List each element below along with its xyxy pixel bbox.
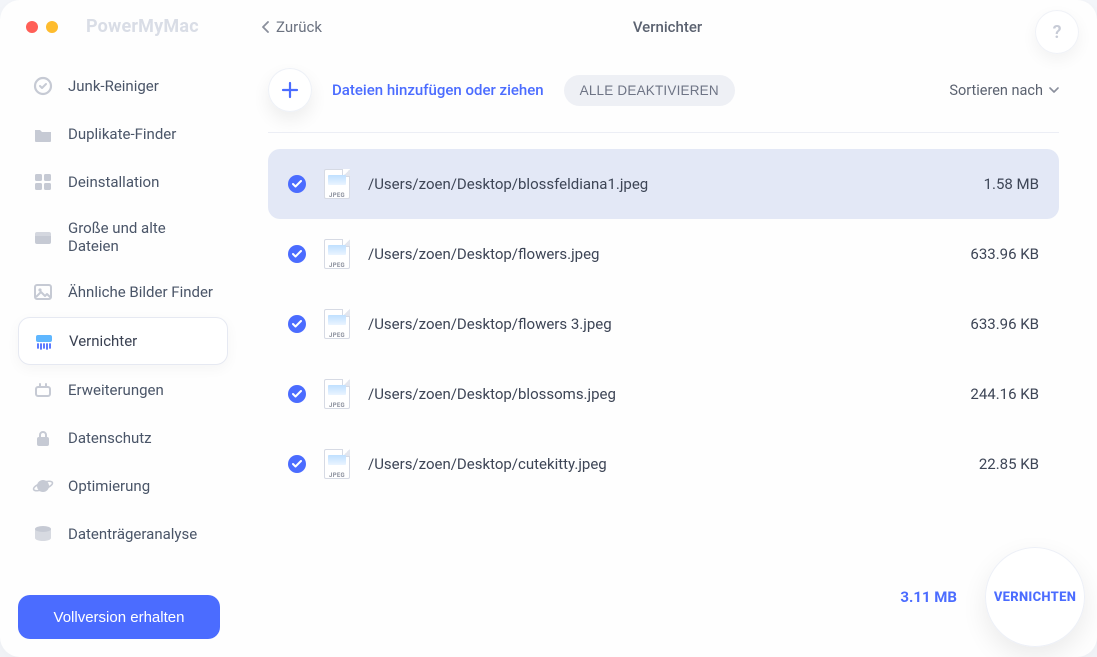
sidebar-item-label: Datenschutz bbox=[68, 429, 152, 447]
box-icon bbox=[32, 226, 54, 248]
minimize-icon[interactable] bbox=[46, 21, 58, 33]
check-icon bbox=[292, 390, 302, 398]
total-size: 3.11 MB bbox=[900, 588, 957, 606]
sidebar-item-plugin[interactable]: Erweiterungen bbox=[18, 367, 228, 413]
header: Zurück Vernichter ? bbox=[238, 0, 1097, 54]
plugin-icon bbox=[32, 379, 54, 401]
app-name: PowerMyMac bbox=[86, 16, 199, 37]
sidebar-item-label: Duplikate-Finder bbox=[68, 125, 176, 143]
sidebar-item-disk[interactable]: Datenträgeranalyse bbox=[18, 511, 228, 557]
back-button[interactable]: Zurück bbox=[262, 18, 322, 36]
image-icon bbox=[32, 281, 54, 303]
window-controls bbox=[26, 21, 58, 33]
sidebar-item-box[interactable]: Große und alte Dateien bbox=[18, 207, 228, 267]
check-icon bbox=[292, 250, 302, 258]
row-checkbox[interactable] bbox=[288, 385, 306, 403]
sidebar: PowerMyMac Junk-Reiniger Duplikate-Finder… bbox=[0, 0, 238, 657]
shred-button-label: VERNICHTEN bbox=[994, 590, 1076, 605]
sidebar-item-image[interactable]: Ähnliche Bilder Finder bbox=[18, 269, 228, 315]
file-size: 244.16 KB bbox=[949, 385, 1039, 403]
chevron-down-icon bbox=[1049, 87, 1059, 94]
page-title: Vernichter bbox=[633, 18, 702, 36]
main-panel: Zurück Vernichter ? Dateien hinzufügen o… bbox=[238, 0, 1097, 657]
sidebar-item-label: Deinstallation bbox=[68, 173, 159, 191]
sidebar-item-planet[interactable]: Optimierung bbox=[18, 463, 228, 509]
toolbar: Dateien hinzufügen oder ziehen ALLE DEAK… bbox=[238, 54, 1097, 126]
file-path: /Users/zoen/Desktop/flowers 3.jpeg bbox=[368, 315, 931, 333]
sidebar-item-shredder[interactable]: Vernichter bbox=[18, 317, 228, 365]
junk-icon bbox=[32, 75, 54, 97]
row-checkbox[interactable] bbox=[288, 175, 306, 193]
help-button[interactable]: ? bbox=[1035, 10, 1079, 54]
help-icon: ? bbox=[1053, 22, 1062, 43]
app-window: PowerMyMac Junk-Reiniger Duplikate-Finder… bbox=[0, 0, 1097, 657]
file-row[interactable]: JPEG/Users/zoen/Desktop/flowers 3.jpeg 63… bbox=[268, 289, 1059, 359]
file-type-icon: JPEG bbox=[324, 309, 350, 339]
folder-icon bbox=[32, 123, 54, 145]
check-icon bbox=[292, 460, 302, 468]
sidebar-nav: Junk-Reiniger Duplikate-Finder Deinstallat… bbox=[0, 63, 238, 557]
chevron-left-icon bbox=[262, 21, 270, 33]
sidebar-item-label: Datenträgeranalyse bbox=[68, 525, 197, 543]
file-size: 633.96 KB bbox=[949, 245, 1039, 263]
sidebar-item-junk[interactable]: Junk-Reiniger bbox=[18, 63, 228, 109]
apps-icon bbox=[32, 171, 54, 193]
file-type-icon: JPEG bbox=[324, 169, 350, 199]
sidebar-item-label: Optimierung bbox=[68, 477, 150, 495]
file-type-icon: JPEG bbox=[324, 449, 350, 479]
sidebar-item-label: Erweiterungen bbox=[68, 381, 164, 399]
plus-icon bbox=[280, 80, 300, 100]
file-row[interactable]: JPEG/Users/zoen/Desktop/blossoms.jpeg 244… bbox=[268, 359, 1059, 429]
sidebar-item-lock[interactable]: Datenschutz bbox=[18, 415, 228, 461]
file-path: /Users/zoen/Desktop/flowers.jpeg bbox=[368, 245, 931, 263]
file-row[interactable]: JPEG/Users/zoen/Desktop/flowers.jpeg 633.… bbox=[268, 219, 1059, 289]
sidebar-item-label: Ähnliche Bilder Finder bbox=[68, 283, 213, 301]
shred-button[interactable]: VERNICHTEN bbox=[985, 547, 1085, 647]
add-files-button[interactable] bbox=[268, 68, 312, 112]
file-type-icon: JPEG bbox=[324, 379, 350, 409]
check-icon bbox=[292, 320, 302, 328]
file-path: /Users/zoen/Desktop/cutekitty.jpeg bbox=[368, 455, 931, 473]
footer: 3.11 MB VERNICHTEN bbox=[900, 547, 1085, 647]
row-checkbox[interactable] bbox=[288, 315, 306, 333]
sort-label: Sortieren nach bbox=[949, 82, 1043, 99]
file-size: 1.58 MB bbox=[949, 175, 1039, 193]
file-type-icon: JPEG bbox=[324, 239, 350, 269]
add-files-hint: Dateien hinzufügen oder ziehen bbox=[332, 81, 544, 99]
shredder-icon bbox=[33, 330, 55, 352]
sidebar-item-apps[interactable]: Deinstallation bbox=[18, 159, 228, 205]
sidebar-item-folder[interactable]: Duplikate-Finder bbox=[18, 111, 228, 157]
sidebar-item-label: Große und alte Dateien bbox=[68, 219, 214, 255]
planet-icon bbox=[32, 475, 54, 497]
check-icon bbox=[292, 180, 302, 188]
disk-icon bbox=[32, 523, 54, 545]
full-version-button[interactable]: Vollversion erhalten bbox=[18, 595, 220, 639]
deactivate-all-button[interactable]: ALLE DEAKTIVIEREN bbox=[564, 75, 735, 106]
file-row[interactable]: JPEG/Users/zoen/Desktop/blossfeldiana1.j… bbox=[268, 149, 1059, 219]
file-row[interactable]: JPEG/Users/zoen/Desktop/cutekitty.jpeg 22… bbox=[268, 429, 1059, 499]
title-bar: PowerMyMac bbox=[0, 10, 238, 55]
lock-icon bbox=[32, 427, 54, 449]
file-path: /Users/zoen/Desktop/blossfeldiana1.jpeg bbox=[368, 175, 931, 193]
back-label: Zurück bbox=[276, 18, 322, 36]
row-checkbox[interactable] bbox=[288, 245, 306, 263]
row-checkbox[interactable] bbox=[288, 455, 306, 473]
file-size: 22.85 KB bbox=[949, 455, 1039, 473]
sidebar-item-label: Junk-Reiniger bbox=[68, 77, 159, 95]
close-icon[interactable] bbox=[26, 21, 38, 33]
file-path: /Users/zoen/Desktop/blossoms.jpeg bbox=[368, 385, 931, 403]
sidebar-item-label: Vernichter bbox=[69, 332, 137, 350]
file-size: 633.96 KB bbox=[949, 315, 1039, 333]
sort-dropdown[interactable]: Sortieren nach bbox=[949, 82, 1059, 99]
